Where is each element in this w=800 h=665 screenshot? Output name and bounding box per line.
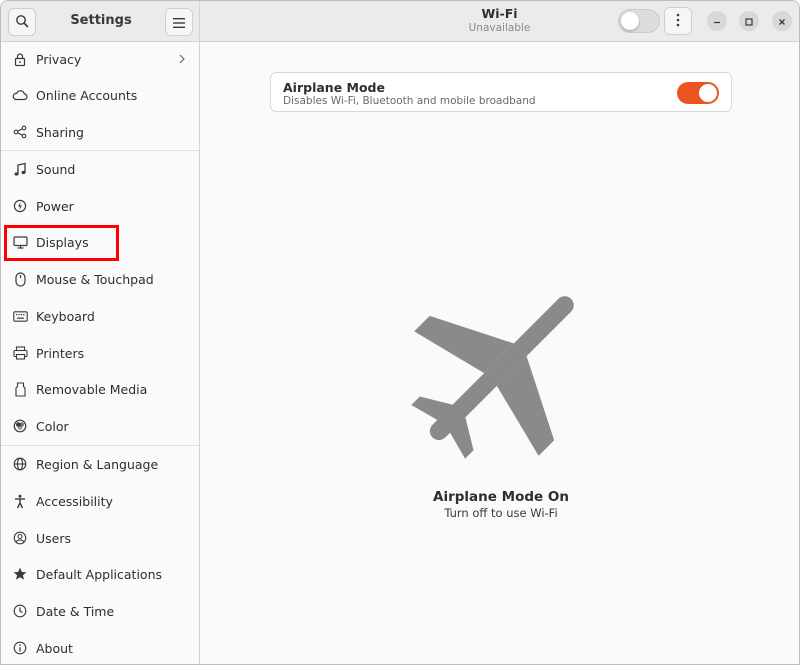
empty-state-title: Airplane Mode On [433,489,569,505]
sidebar-title: Settings [70,13,132,28]
sidebar-item-date-time[interactable]: Date & Time [1,594,199,630]
kebab-menu-icon [676,12,680,31]
minimize-button[interactable] [707,11,727,31]
power-icon [12,198,28,214]
airplane-mode-switch[interactable] [677,82,719,104]
search-icon [15,13,29,32]
sidebar-item-label: Online Accounts [36,88,138,103]
sidebar-item-label: Removable Media [36,382,148,397]
sidebar-item-label: Accessibility [36,494,113,509]
maximize-icon [744,12,754,31]
sidebar-item-label: Color [36,419,69,434]
sidebar-separator [1,150,199,151]
sidebar-item-label: Sound [36,162,76,177]
main-menu-button[interactable] [165,8,193,36]
sidebar-header: Settings [1,1,200,42]
globe-icon [12,456,28,472]
sidebar-separator [1,445,199,446]
sidebar-item-power[interactable]: Power [1,189,199,225]
music-note-icon [12,161,28,177]
sidebar-item-removable-media[interactable]: Removable Media [1,372,199,408]
airplane-mode-row: Airplane Mode Disables Wi-Fi, Bluetooth … [270,72,732,112]
search-button[interactable] [8,8,36,36]
chevron-right-icon [177,51,187,67]
share-icon [12,124,28,140]
sidebar-item-keyboard[interactable]: Keyboard [1,299,199,335]
sidebar: Privacy Online Accounts Sharing Sound Po… [1,42,200,664]
sidebar-item-about[interactable]: About [1,631,199,664]
sidebar-item-mouse-touchpad[interactable]: Mouse & Touchpad [1,262,199,298]
sidebar-item-accessibility[interactable]: Accessibility [1,484,199,520]
sidebar-item-region-language[interactable]: Region & Language [1,447,199,483]
sidebar-item-sharing[interactable]: Sharing [1,115,199,151]
close-button[interactable] [772,11,792,31]
cloud-icon [12,87,28,103]
main-header: Wi-Fi Unavailable [200,1,799,42]
sidebar-item-sound[interactable]: Sound [1,152,199,188]
lock-icon [12,51,28,67]
wifi-options-button[interactable] [664,7,692,35]
hamburger-menu-icon [173,13,185,32]
users-icon [12,530,28,546]
sidebar-item-label: Default Applications [36,567,163,582]
close-icon [777,12,787,31]
sidebar-item-label: Printers [36,346,85,361]
info-icon [12,640,28,656]
sidebar-item-label: Sharing [36,125,84,140]
color-icon [12,418,28,434]
sidebar-item-label: About [36,641,73,656]
empty-state-subtitle: Turn off to use Wi-Fi [444,506,558,520]
accessibility-icon [12,493,28,509]
removable-media-icon [12,381,28,397]
keyboard-icon [12,308,28,324]
sidebar-item-label: Power [36,199,74,214]
sidebar-item-label: Privacy [36,52,82,67]
highlight-box [4,225,119,261]
sidebar-item-label: Users [36,531,72,546]
clock-icon [12,603,28,619]
sidebar-item-label: Mouse & Touchpad [36,272,154,287]
switch-knob [699,84,717,102]
sidebar-item-label: Keyboard [36,309,95,324]
sidebar-item-default-applications[interactable]: Default Applications [1,557,199,593]
maximize-button[interactable] [739,11,759,31]
sidebar-item-privacy[interactable]: Privacy [1,42,199,78]
airplane-mode-title: Airplane Mode [283,80,385,95]
sidebar-item-label: Date & Time [36,604,115,619]
sidebar-item-color[interactable]: Color [1,409,199,445]
sidebar-item-online-accounts[interactable]: Online Accounts [1,78,199,114]
star-icon [12,566,28,582]
settings-window: Settings Wi-Fi Unavailable Privacy Onlin… [0,0,800,665]
sidebar-item-users[interactable]: Users [1,521,199,557]
switch-knob [621,12,639,30]
sidebar-item-printers[interactable]: Printers [1,336,199,372]
airplane-mode-description: Disables Wi-Fi, Bluetooth and mobile bro… [283,95,536,107]
minimize-icon [712,12,722,31]
sidebar-item-label: Region & Language [36,457,159,472]
mouse-icon [12,271,28,287]
printer-icon [12,345,28,361]
wifi-toggle-switch[interactable] [618,9,660,33]
airplane-icon [411,283,587,459]
